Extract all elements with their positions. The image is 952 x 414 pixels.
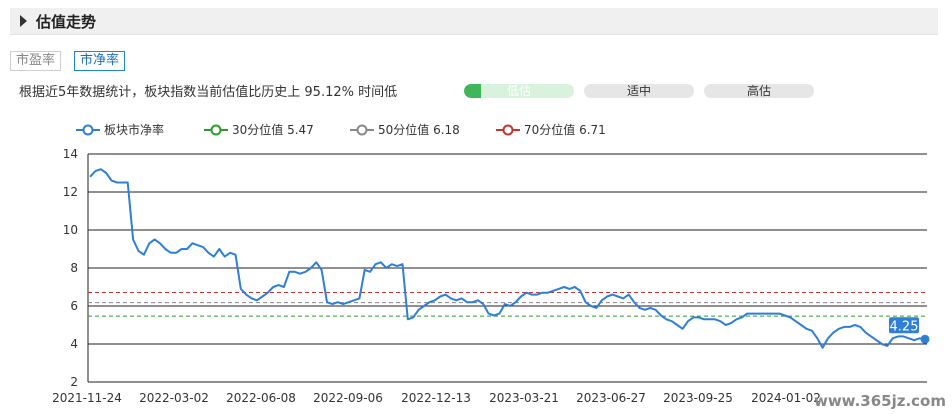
tab-pe[interactable]: 市盈率: [10, 51, 62, 71]
x-tick-label: 2021-11-24: [52, 391, 122, 405]
y-tick-label: 4: [70, 337, 78, 351]
x-tick-label: 2022-12-13: [401, 391, 471, 405]
y-tick-label: 6: [70, 299, 78, 313]
x-tick-label: 2022-03-02: [139, 391, 209, 405]
section-title: 估值走势: [36, 13, 97, 31]
x-tick-label: 2023-09-25: [663, 391, 733, 405]
pb-line-chart: 板块市净率 30分位值 5.47 50分位值 6.18 70分位值 6.71 2 4 6 8 1…: [52, 122, 930, 405]
x-tick-label: 2023-06-27: [576, 391, 646, 405]
scale-mid: 适中: [584, 84, 694, 98]
legend-marker-2: [356, 124, 368, 136]
y-tick-label: 10: [63, 223, 78, 237]
scale-high-label: 高估: [746, 84, 771, 98]
legend-label-1: 30分位值 5.47: [232, 122, 314, 137]
scale-low: 低估: [464, 84, 574, 98]
legend-marker-0: [82, 124, 94, 136]
scale-low-label: 低估: [506, 84, 531, 98]
x-tick-label: 2022-09-06: [313, 391, 383, 405]
y-tick-label: 8: [70, 261, 78, 275]
y-tick-label: 2: [70, 375, 78, 389]
valuation-description: 根据近5年数据统计，板块指数当前估值比历史上 95.12% 时间低: [19, 85, 398, 100]
x-tick-label: 2022-06-08: [226, 391, 296, 405]
triangle-right-icon[interactable]: [20, 15, 27, 27]
legend-label-3: 70分位值 6.71: [524, 122, 606, 137]
y-tick-label: 14: [63, 147, 78, 161]
legend-label-2: 50分位值 6.18: [378, 122, 460, 137]
scale-mid-label: 适中: [626, 84, 651, 98]
series-line: [89, 168, 926, 349]
x-tick-label: 2023-03-21: [489, 391, 559, 405]
tab-pb[interactable]: 市净率: [74, 51, 126, 71]
last-point-marker: [920, 334, 930, 344]
section-header[interactable]: 估值走势: [10, 8, 938, 35]
scale-high: 高估: [704, 84, 814, 98]
legend-label-0: 板块市净率: [104, 122, 164, 137]
watermark-text: www.365jz.com: [813, 392, 946, 410]
legend-marker-1: [210, 124, 222, 136]
y-tick-label: 12: [63, 185, 78, 199]
last-value-label: 4.25: [890, 319, 919, 334]
legend-marker-3: [502, 124, 514, 136]
x-tick-label: 2024-01-02: [751, 391, 821, 405]
